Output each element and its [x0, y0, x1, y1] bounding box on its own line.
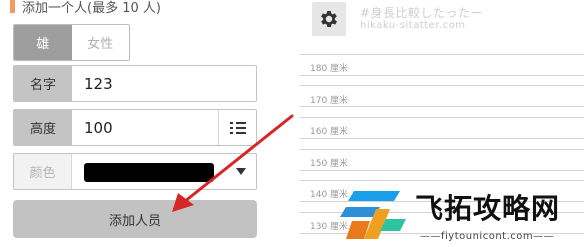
- color-label: 颜色: [14, 154, 72, 189]
- height-row: 高度 100: [13, 109, 257, 146]
- gender-toggle: 雄 女性: [13, 24, 130, 61]
- height-label: 高度: [14, 110, 72, 145]
- gender-male-option[interactable]: 雄: [14, 25, 72, 60]
- section-title-text: 添加一个人(最多 10 人): [22, 0, 161, 16]
- gridline: [300, 180, 584, 181]
- list-icon[interactable]: [218, 110, 256, 145]
- add-person-button[interactable]: 添加人员: [13, 200, 257, 238]
- brand-watermark: 飞拓攻略网 ——fiytounicont.com——: [340, 185, 584, 247]
- gridline: [300, 106, 584, 107]
- gridline: [300, 75, 584, 76]
- section-accent-bar: [10, 0, 15, 13]
- gridline: [300, 170, 584, 171]
- tick-label: 150 厘米: [310, 159, 349, 169]
- color-picker[interactable]: [72, 154, 256, 189]
- name-label: 名字: [14, 66, 72, 101]
- gridline: [300, 138, 584, 139]
- gear-icon: [321, 11, 337, 27]
- tick-label: 180 厘米: [310, 64, 349, 74]
- gridline: [300, 85, 584, 86]
- color-row: 颜色: [13, 153, 257, 190]
- site-watermark-title: #身長比較したったー: [360, 6, 484, 20]
- brand-name: 飞拓攻略网: [415, 192, 561, 225]
- name-input[interactable]: 123: [72, 66, 256, 101]
- brand-url: ——fiytounicont.com——: [420, 231, 555, 242]
- color-swatch: [84, 163, 214, 182]
- caret-down-icon[interactable]: [236, 168, 246, 175]
- add-person-form: 添加一个人(最多 10 人) 雄 女性 名字 123 高度 100 颜色 添加人…: [0, 0, 270, 247]
- gridline: [300, 149, 584, 150]
- gridline: [300, 117, 584, 118]
- gender-female-option[interactable]: 女性: [71, 25, 129, 60]
- gridline: [300, 54, 584, 55]
- site-watermark-url: hikaku-sitatter.com: [360, 20, 466, 31]
- tick-label: 160 厘米: [310, 127, 349, 137]
- name-row: 名字 123: [13, 65, 257, 102]
- brand-logo-icon: [340, 191, 406, 239]
- tick-label: 170 厘米: [310, 96, 349, 106]
- section-title: 添加一个人(最多 10 人): [10, 0, 161, 18]
- settings-button[interactable]: [312, 2, 346, 36]
- height-input[interactable]: 100: [72, 110, 218, 145]
